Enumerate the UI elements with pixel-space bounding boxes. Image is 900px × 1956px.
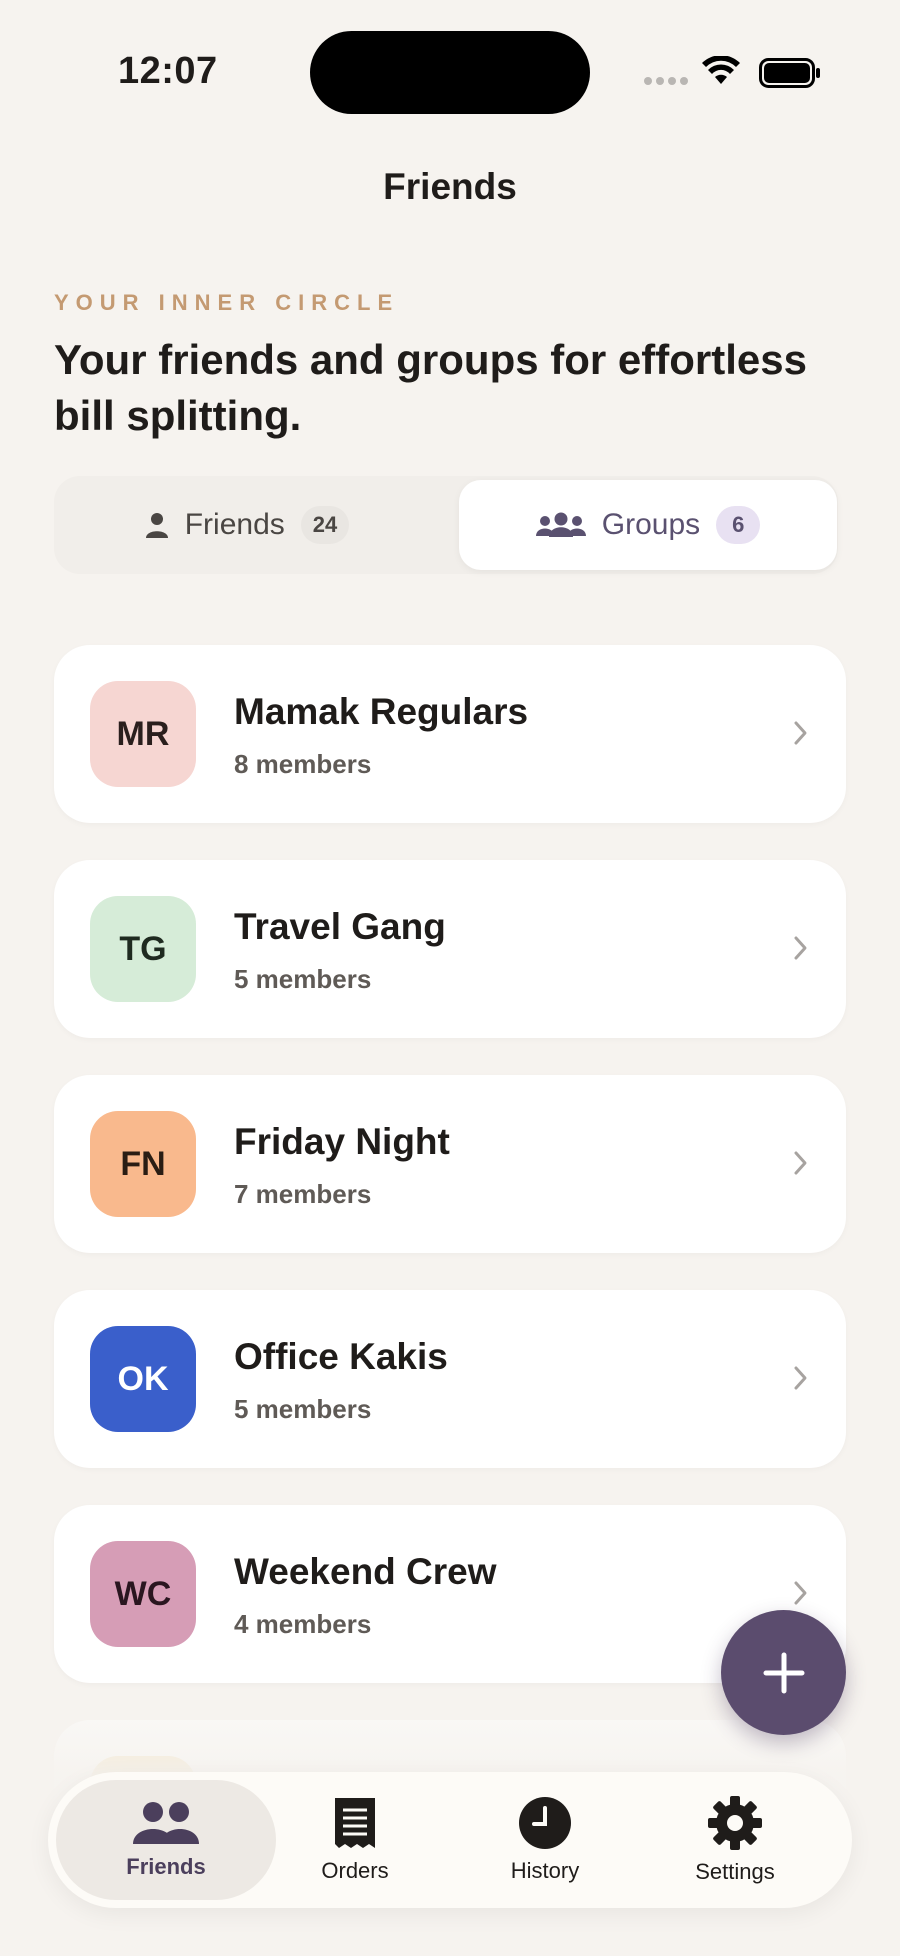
list-item[interactable]: MR Mamak Regulars 8 members bbox=[54, 645, 846, 823]
wifi-icon bbox=[702, 56, 740, 84]
section-headline: Your friends and groups for effortless b… bbox=[54, 336, 807, 439]
cellular-signal-icon bbox=[644, 77, 688, 85]
avatar: MR bbox=[90, 681, 196, 787]
tab-orders[interactable]: Orders bbox=[270, 1772, 440, 1908]
tab-friends-segment[interactable]: Friends 24 bbox=[58, 480, 436, 570]
groups-count-badge: 6 bbox=[716, 506, 761, 544]
group-member-count: 5 members bbox=[234, 1394, 372, 1424]
dynamic-island bbox=[310, 31, 590, 114]
group-member-count: 5 members bbox=[234, 964, 372, 994]
bottom-tab-bar: Friends Orders History Settings bbox=[48, 1772, 852, 1908]
list-item[interactable]: FN Friday Night 7 members bbox=[54, 1075, 846, 1253]
group-member-count: 4 members bbox=[234, 1609, 372, 1639]
chevron-right-icon bbox=[794, 1581, 807, 1605]
chevron-right-icon bbox=[794, 1366, 807, 1390]
friends-count-badge: 24 bbox=[300, 506, 350, 544]
tab-label: History bbox=[510, 1858, 580, 1883]
group-name: Friday Night bbox=[234, 1121, 450, 1162]
tab-settings[interactable]: Settings bbox=[650, 1772, 820, 1908]
chevron-right-icon bbox=[794, 721, 807, 745]
receipt-icon bbox=[335, 1798, 375, 1848]
avatar: FN bbox=[90, 1111, 196, 1217]
people-group-icon bbox=[535, 512, 586, 537]
tab-friends[interactable]: Friends bbox=[56, 1780, 276, 1900]
avatar: WC bbox=[90, 1541, 196, 1647]
list-item[interactable]: OK Office Kakis 5 members bbox=[54, 1290, 846, 1468]
people-icon bbox=[133, 1802, 199, 1844]
chevron-right-icon bbox=[794, 1151, 807, 1175]
tab-groups-segment[interactable]: Groups 6 bbox=[459, 480, 837, 570]
add-group-button[interactable] bbox=[721, 1610, 846, 1735]
tab-label: Friends bbox=[126, 1854, 206, 1879]
status-bar: 12:07 bbox=[0, 0, 900, 150]
group-member-count: 8 members bbox=[234, 749, 372, 779]
avatar: TG bbox=[90, 896, 196, 1002]
group-member-count: 7 members bbox=[234, 1179, 372, 1209]
segment-label: Friends bbox=[184, 508, 285, 541]
tab-label: Orders bbox=[321, 1858, 389, 1883]
group-name: Office Kakis bbox=[234, 1336, 448, 1377]
section-eyebrow: YOUR INNER CIRCLE bbox=[54, 290, 400, 315]
person-icon bbox=[145, 513, 168, 538]
list-item[interactable]: TG Travel Gang 5 members bbox=[54, 860, 846, 1038]
tab-label: Settings bbox=[695, 1859, 775, 1884]
avatar: OK bbox=[90, 1326, 196, 1432]
group-name: Travel Gang bbox=[234, 906, 446, 947]
segment-label: Groups bbox=[601, 508, 701, 541]
group-name: Weekend Crew bbox=[234, 1551, 497, 1592]
group-name: Mamak Regulars bbox=[234, 691, 529, 732]
battery-icon bbox=[759, 58, 820, 88]
gear-icon bbox=[708, 1796, 762, 1850]
friends-groups-segmented-control: Friends 24 Groups 6 bbox=[54, 476, 838, 574]
clock-icon bbox=[519, 1797, 571, 1849]
page-title: Friends bbox=[383, 166, 517, 207]
chevron-right-icon bbox=[794, 936, 807, 960]
tab-history[interactable]: History bbox=[460, 1772, 630, 1908]
plus-icon bbox=[763, 1652, 804, 1693]
status-time: 12:07 bbox=[118, 50, 218, 92]
